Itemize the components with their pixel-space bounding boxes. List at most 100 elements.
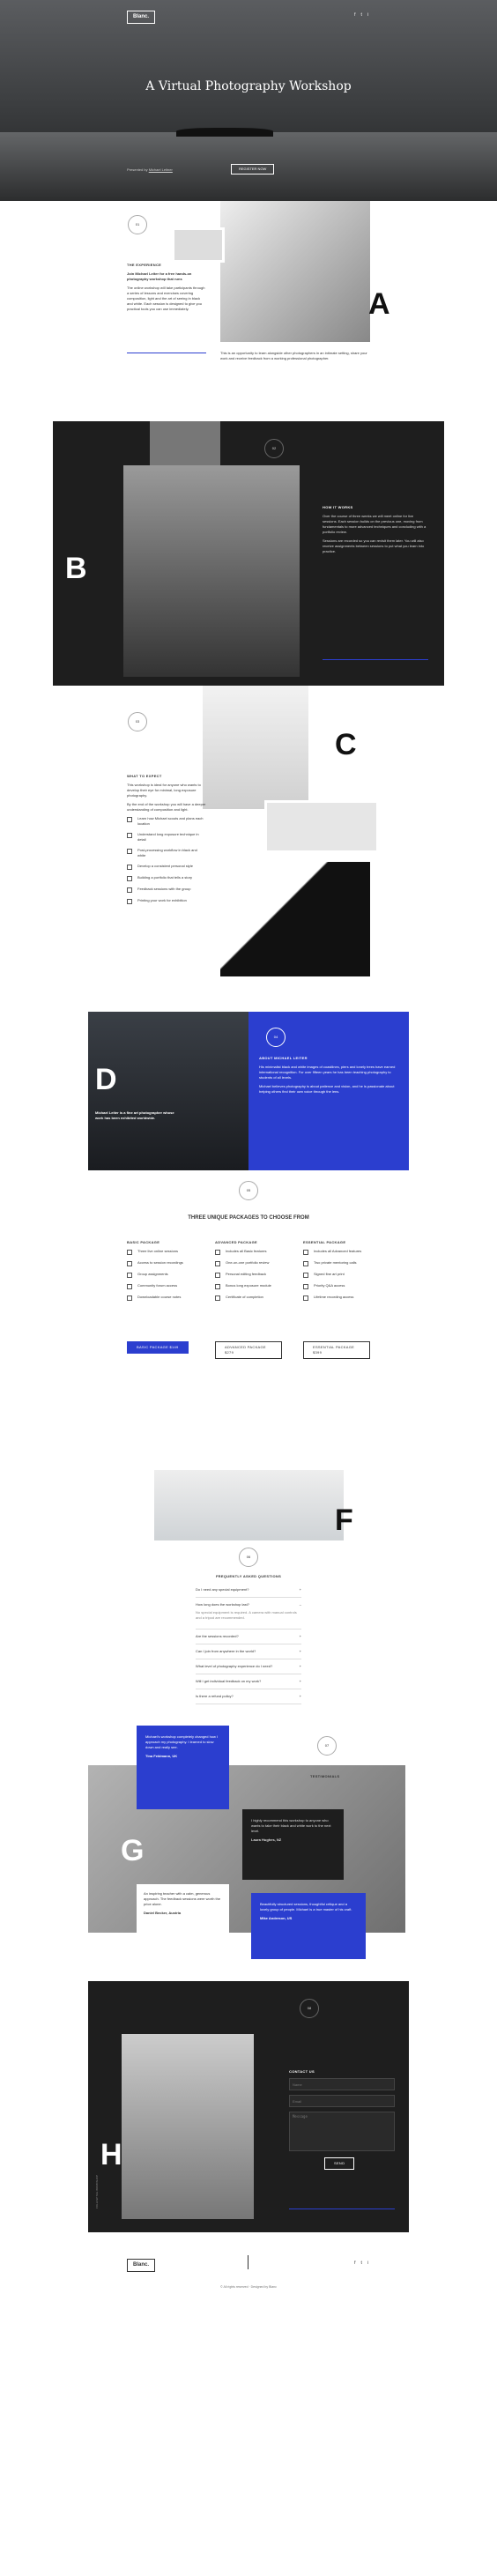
check-icon: [303, 1295, 308, 1301]
faq-item[interactable]: Can I join from anywhere in the world? +: [196, 1644, 301, 1659]
testimonial-card: I highly recommend this workshop to anyo…: [242, 1809, 344, 1880]
section-testimonials: Michael's workshop completely changed ho…: [0, 1726, 497, 1981]
check-icon: [127, 876, 132, 881]
check-icon: [303, 1261, 308, 1266]
instagram-icon[interactable]: i: [367, 12, 368, 19]
check-icon: [215, 1273, 220, 1278]
faq-item[interactable]: What level of photography experience do …: [196, 1659, 301, 1674]
twitter-icon[interactable]: t: [360, 2260, 361, 2268]
portrait-photo: D Michael Leiter is a fine art photograp…: [88, 1012, 248, 1170]
register-button[interactable]: REGISTER NOW: [231, 164, 275, 174]
section-letter: D: [95, 1063, 117, 1096]
list-item: Understand long exposure technique in de…: [127, 832, 206, 843]
list-item: Lifetime recording access: [303, 1295, 370, 1301]
check-icon: [127, 1261, 132, 1266]
pier-photo: [123, 465, 300, 677]
list-item: Two private mentoring calls: [303, 1260, 370, 1266]
section-number: 07: [317, 1736, 337, 1756]
send-button[interactable]: SEND: [324, 2157, 355, 2170]
message-field[interactable]: [289, 2112, 395, 2151]
essential-package-button[interactable]: ESSENTIAL PACKAGE $399: [303, 1341, 370, 1359]
section-letter: H: [100, 2138, 122, 2171]
list-item: Downloadable course notes: [127, 1295, 194, 1301]
basic-package-button[interactable]: BASIC PACKAGE $149: [127, 1341, 189, 1354]
check-icon: [127, 887, 132, 893]
list-item: Signed fine art print: [303, 1272, 370, 1278]
check-icon: [303, 1250, 308, 1255]
list-item: Three live online sessions: [127, 1249, 194, 1255]
advanced-package-button[interactable]: ADVANCED PACKAGE $279: [215, 1341, 282, 1359]
plus-icon: +: [299, 1679, 301, 1683]
name-field[interactable]: [289, 2078, 395, 2090]
check-icon: [127, 849, 132, 854]
list-item: Priority Q&A access: [303, 1283, 370, 1289]
testimonial-card: Michael's workshop completely changed ho…: [137, 1726, 229, 1809]
bridge-photo: [220, 201, 370, 342]
trees-photo: [220, 862, 370, 976]
list-item: Building a portfolio that tells a story: [127, 875, 206, 881]
facebook-icon[interactable]: f: [354, 12, 355, 19]
sea-photo: [264, 800, 379, 853]
check-icon: [303, 1273, 308, 1278]
section-faq: F 06 FREQUENTLY ASKED QUESTIONS Do I nee…: [0, 1470, 497, 1726]
faq-item[interactable]: Do I need any special equipment? +: [196, 1583, 301, 1598]
section-how: B 02 HOW IT WORKS Over the course of thr…: [53, 421, 444, 686]
list-item: Personal editing feedback: [215, 1272, 282, 1278]
list-item: Access to session recordings: [127, 1260, 194, 1266]
island: [176, 128, 273, 137]
list-item: Includes all Advanced features: [303, 1249, 370, 1255]
email-field[interactable]: [289, 2095, 395, 2107]
testimonials-title: TESTIMONIALS: [310, 1774, 340, 1778]
section-letter: G: [121, 1834, 145, 1867]
faq-item[interactable]: How long does the workshop last? – No spec…: [196, 1598, 301, 1629]
section-contact: H FOLLOW THE WORKSHOP 08 CONTACT US SEND: [88, 1981, 409, 2232]
list-item: Bonus long exposure module: [215, 1283, 282, 1289]
check-icon: [127, 817, 132, 822]
about-quote: Michael Leiter is a fine art photographe…: [95, 1110, 174, 1120]
check-icon: [127, 833, 132, 838]
section-number: 08: [300, 1999, 319, 2018]
experience-text: THE EXPERIENCE Join Michael Leiter for a…: [127, 263, 205, 311]
package-essential: ESSENTIAL PACKAGE Includes all Advanced …: [303, 1240, 370, 1359]
testimonial-card: An inspiring teacher with a calm, genero…: [137, 1884, 229, 1946]
logo[interactable]: Blanc.: [127, 11, 156, 24]
facebook-icon[interactable]: f: [354, 2260, 355, 2268]
footer-social: f t i: [354, 2260, 368, 2268]
section-expect: 03 C WHAT TO EXPECT This workshop is ide…: [0, 686, 497, 1012]
list-item: Includes all Basic features: [215, 1249, 282, 1255]
check-icon: [215, 1284, 220, 1289]
check-icon: [303, 1284, 308, 1289]
plus-icon: +: [299, 1634, 301, 1638]
contact-form: CONTACT US SEND: [289, 2069, 395, 2170]
pier-thumb: [150, 421, 220, 465]
check-icon: [215, 1250, 220, 1255]
twitter-icon[interactable]: t: [360, 12, 361, 19]
package-basic: BASIC PACKAGE Three live online sessions…: [127, 1240, 194, 1359]
package-advanced: ADVANCED PACKAGE Includes all Basic feat…: [215, 1240, 282, 1359]
section-letter: A: [368, 287, 390, 321]
footer-logo[interactable]: Blanc.: [127, 2259, 156, 2272]
check-icon: [127, 1295, 132, 1301]
faq-item[interactable]: Are the sessions recorded? +: [196, 1629, 301, 1644]
section-letter: B: [65, 552, 87, 585]
instagram-icon[interactable]: i: [367, 2260, 368, 2268]
packages-heading: THREE UNIQUE PACKAGES TO CHOOSE FROM: [188, 1215, 309, 1221]
section-number: 04: [266, 1028, 286, 1047]
plus-icon: +: [299, 1664, 301, 1668]
poles-photo: [154, 1470, 344, 1540]
faq-item[interactable]: Is there a refund policy? +: [196, 1689, 301, 1704]
footer: Blanc. f t i © All rights reserved · Des…: [0, 2232, 497, 2312]
list-item: Certificate of completion: [215, 1295, 282, 1301]
minus-icon: –: [299, 1602, 301, 1607]
faq-item[interactable]: Will I get individual feedback on my wor…: [196, 1674, 301, 1689]
accent-line: [323, 659, 428, 660]
footer-copy: © All rights reserved · Designed by Blan…: [220, 2285, 277, 2289]
testimonial-card: Beautifully structured sessions, thought…: [251, 1893, 366, 1959]
check-icon: [127, 1273, 132, 1278]
check-icon: [215, 1261, 220, 1266]
jetty-photo: [203, 686, 308, 809]
island-photo: [122, 2034, 254, 2219]
list-item: One-on-one portfolio review: [215, 1260, 282, 1266]
list-item: Post-processing workflow in black and wh…: [127, 848, 206, 858]
packages: BASIC PACKAGE Three live online sessions…: [127, 1240, 370, 1359]
